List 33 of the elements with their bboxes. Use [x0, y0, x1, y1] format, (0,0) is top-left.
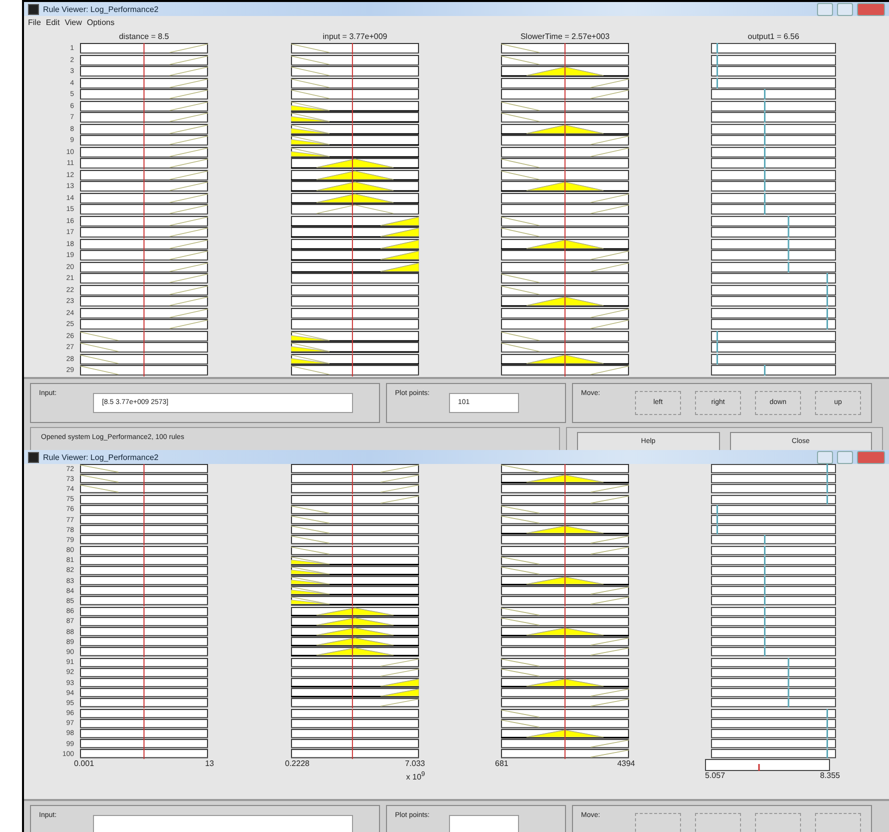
plot-title: input = 3.77e+009: [322, 32, 388, 40]
axis-max-label: 13: [205, 759, 214, 768]
maximize-button[interactable]: [837, 450, 853, 464]
minimize-button[interactable]: [817, 450, 833, 464]
input-field[interactable]: [93, 815, 353, 832]
axis-min-label: 5.057: [705, 771, 726, 780]
close-button[interactable]: [857, 2, 885, 16]
window-title: Rule Viewer: Log_Performance2: [43, 452, 160, 462]
menu-item[interactable]: Edit: [46, 18, 60, 27]
move-button[interactable]: [815, 813, 861, 832]
move-button[interactable]: [635, 813, 681, 832]
axis-max-label: 4394: [617, 759, 635, 768]
menu-item[interactable]: Options: [86, 18, 114, 27]
plot-title: distance = 8.5: [118, 32, 170, 40]
app-icon: [28, 4, 39, 14]
menu-item[interactable]: File: [28, 18, 41, 27]
app-icon: [28, 452, 39, 462]
axis-max-label: 8.355: [820, 771, 840, 780]
close-button[interactable]: [857, 450, 885, 464]
axis-scale-label: x 10$^{9}$: [406, 771, 425, 782]
window-title: Rule Viewer: Log_Performance2: [43, 4, 160, 14]
plot-title: SlowerTime = 2.57e+003: [519, 32, 611, 40]
axis-min-label: 681: [495, 759, 508, 768]
plot-points-field[interactable]: [449, 815, 519, 832]
move-button[interactable]: [695, 813, 741, 832]
menu-item[interactable]: View: [64, 18, 82, 27]
minimize-button[interactable]: [817, 2, 833, 16]
move-button[interactable]: [755, 813, 801, 832]
maximize-button[interactable]: [837, 2, 853, 16]
axis-min-label: 0.2228: [285, 759, 310, 768]
plot-title: output1 = 6.56: [746, 32, 800, 40]
axis-max-label: 7.033: [404, 759, 425, 768]
axis-min-label: 0.001: [74, 759, 94, 768]
